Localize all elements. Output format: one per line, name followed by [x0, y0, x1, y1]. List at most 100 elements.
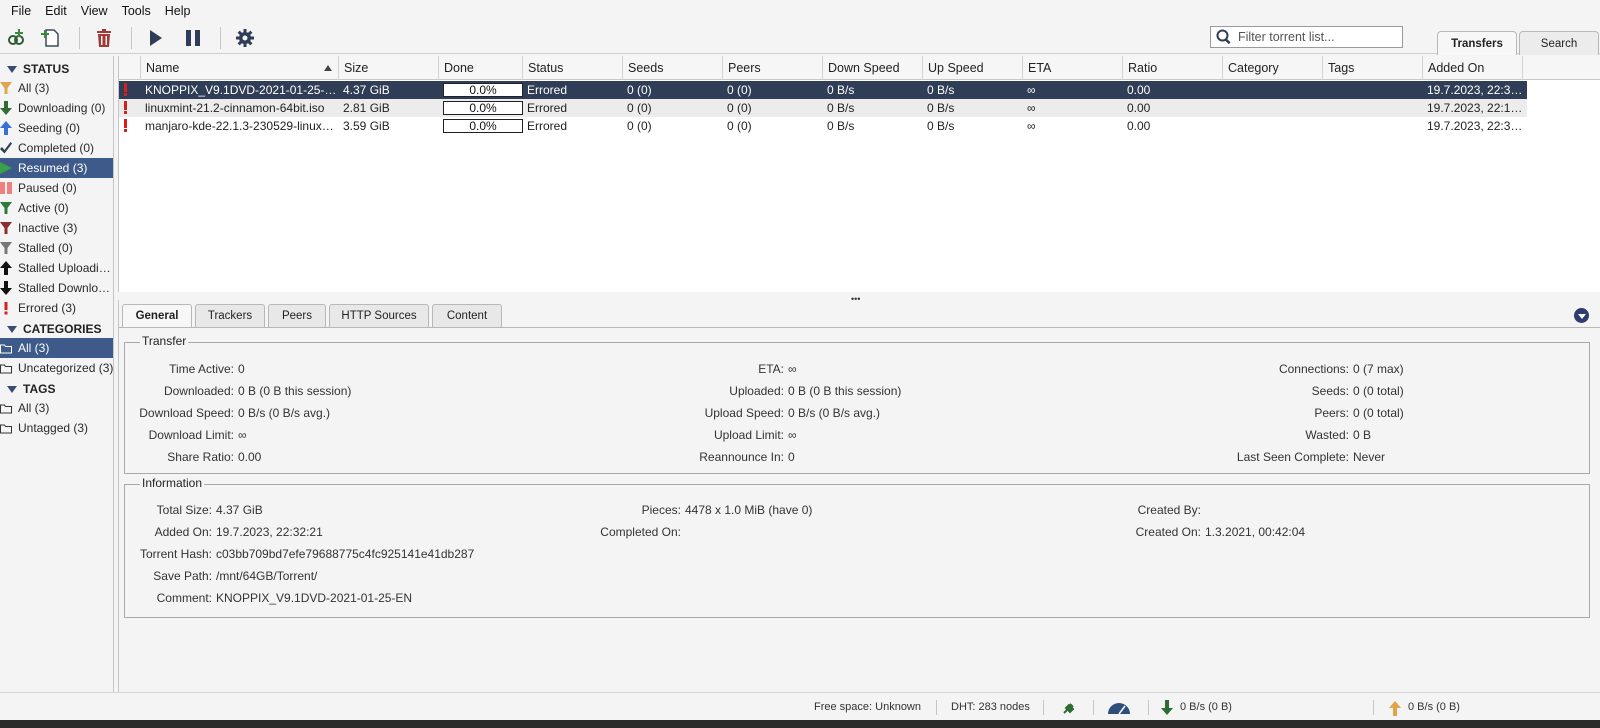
torrent-seeds: 0 (0): [627, 119, 652, 133]
field-value: 0 B: [1353, 428, 1372, 442]
field-label: Share Ratio:: [167, 450, 234, 464]
sidebar-item-paused[interactable]: Paused (0): [0, 178, 113, 198]
torrent-size: 3.59 GiB: [343, 119, 390, 133]
tab-trackers[interactable]: Trackers: [195, 304, 265, 327]
sidebar-item-completed[interactable]: Completed (0): [0, 138, 113, 158]
tab-search[interactable]: Search: [1519, 31, 1599, 55]
field-value: 4478 x 1.0 MiB (have 0): [685, 503, 813, 517]
options-button[interactable]: [232, 25, 258, 51]
field-label: Completed On:: [600, 525, 681, 539]
plug-connected-icon: [1063, 703, 1075, 714]
sidebar-item-errored[interactable]: Errored (3): [0, 298, 113, 318]
sidebar-item-seeding[interactable]: Seeding (0): [0, 118, 113, 138]
category-item-all[interactable]: All (3): [0, 338, 113, 358]
upload-speed-label[interactable]: 0 B/s (0 B): [1408, 693, 1460, 720]
column-header-ratio[interactable]: Ratio: [1123, 56, 1223, 80]
sidebar-item-label: Errored (3): [18, 301, 77, 315]
torrent-up-speed: 0 B/s: [927, 119, 955, 133]
torrent-name: KNOPPIX_V9.1DVD-2021-01-25-EN: [145, 83, 339, 97]
filter-search-box[interactable]: [1210, 26, 1403, 48]
menu-help[interactable]: Help: [158, 0, 198, 22]
column-header-seeds[interactable]: Seeds: [623, 56, 723, 80]
wasted-field: Wasted: 0 B: [1305, 427, 1372, 443]
sidebar-item-all[interactable]: All (3): [0, 78, 113, 98]
filter-input[interactable]: [1238, 30, 1398, 44]
column-header-eta[interactable]: ETA: [1023, 56, 1123, 80]
pieces-field: Pieces: 4478 x 1.0 MiB (have 0): [642, 502, 813, 518]
field-value: 0.00: [238, 450, 262, 464]
download-speed-field: Download Speed: 0 B/s (0 B/s avg.): [139, 405, 330, 421]
sidebar-item-label: Downloading (0): [18, 101, 106, 115]
time-active-field: Time Active: 0: [169, 361, 245, 377]
torrent-added-on: 19.7.2023, 22:3…: [1427, 83, 1523, 97]
tag-item-label: Untagged (3): [18, 421, 89, 435]
add-torrent-link-icon: [8, 29, 24, 45]
pause-button[interactable]: [180, 25, 206, 51]
collapse-triangle-icon: [7, 325, 17, 333]
reannounce-field: Reannounce In: 0: [699, 449, 794, 465]
column-header-peers[interactable]: Peers: [723, 56, 823, 80]
torrent-row[interactable]: manjaro-kde-22.1.3-230529-linux6… 3.59 G…: [119, 117, 1527, 135]
column-header-name[interactable]: Name: [141, 56, 339, 80]
sidebar-item-stalled-downloading[interactable]: Stalled Downlo…: [0, 278, 113, 298]
properties-panel: General Trackers Peers HTTP Sources Cont…: [118, 300, 1600, 692]
torrent-row[interactable]: linuxmint-21.2-cinnamon-64bit.iso 2.81 G…: [119, 99, 1527, 117]
qbittorrent-window: File Edit View Tools Help Filter torrent…: [0, 0, 1600, 720]
category-item-uncategorized[interactable]: Uncategorized (3): [0, 358, 113, 378]
categories-header[interactable]: CATEGORIES: [0, 320, 101, 338]
sidebar-item-stalled-uploading[interactable]: Stalled Uploadi…: [0, 258, 113, 278]
column-header-status[interactable]: Status: [523, 56, 623, 80]
torrent-row[interactable]: KNOPPIX_V9.1DVD-2021-01-25-EN 4.37 GiB 0…: [119, 81, 1527, 99]
column-header-up-speed[interactable]: Up Speed: [923, 56, 1023, 80]
column-header-tags[interactable]: Tags: [1323, 56, 1423, 80]
resume-button[interactable]: [142, 25, 168, 51]
add-torrent-file-button[interactable]: [39, 25, 65, 51]
tags-header[interactable]: TAGS: [0, 380, 55, 398]
menu-file[interactable]: File: [4, 0, 38, 22]
connection-status-button[interactable]: [1061, 699, 1077, 715]
tag-item-all[interactable]: All (3): [0, 398, 113, 418]
column-header-category[interactable]: Category: [1223, 56, 1323, 80]
column-header-down-speed[interactable]: Down Speed: [823, 56, 923, 80]
column-header-added-on[interactable]: Added On: [1423, 56, 1523, 80]
field-label: Time Active:: [169, 362, 234, 376]
last-seen-complete-field: Last Seen Complete: Never: [1237, 449, 1385, 465]
sidebar-item-label: Seeding (0): [18, 121, 81, 135]
delete-button[interactable]: [91, 25, 117, 51]
folder-icon: [0, 341, 12, 355]
status-bar: Free space: Unknown DHT: 283 nodes 0 B/s…: [0, 692, 1600, 720]
menu-edit[interactable]: Edit: [38, 0, 74, 22]
column-header-done[interactable]: Done: [439, 56, 523, 80]
tab-general[interactable]: General: [122, 304, 192, 327]
sidebar-item-active[interactable]: Active (0): [0, 198, 113, 218]
tag-item-untagged[interactable]: Untagged (3): [0, 418, 113, 438]
torrent-size: 4.37 GiB: [343, 83, 390, 97]
column-header-size[interactable]: Size: [339, 56, 439, 80]
menu-view[interactable]: View: [74, 0, 115, 22]
collapse-panel-button[interactable]: [1574, 308, 1589, 323]
search-icon: [1216, 29, 1231, 45]
status-header[interactable]: STATUS: [0, 60, 69, 78]
transfer-group-title: Transfer: [140, 334, 189, 348]
field-value: 0 (0 total): [1353, 406, 1404, 420]
sidebar-item-resumed[interactable]: Resumed (3): [0, 158, 113, 178]
field-value: 0 B/s (0 B/s avg.): [788, 406, 881, 420]
speed-limit-toggle-button[interactable]: [1107, 699, 1131, 715]
column-header-state[interactable]: [119, 56, 141, 80]
status-header-label: STATUS: [23, 62, 70, 76]
column-header-label: Name: [146, 61, 180, 75]
menu-tools[interactable]: Tools: [115, 0, 158, 22]
add-torrent-link-button[interactable]: [3, 25, 29, 51]
field-value: ∞: [238, 428, 247, 442]
tab-transfers[interactable]: Transfers: [1437, 31, 1517, 55]
sidebar-item-stalled[interactable]: Stalled (0): [0, 238, 113, 258]
sidebar-item-downloading[interactable]: Downloading (0): [0, 98, 113, 118]
tab-content[interactable]: Content: [432, 304, 502, 327]
tab-http-sources[interactable]: HTTP Sources: [329, 304, 429, 327]
sidebar-item-inactive[interactable]: Inactive (3): [0, 218, 113, 238]
torrent-tags: [1323, 99, 1423, 117]
tab-peers[interactable]: Peers: [268, 304, 326, 327]
active-filter-icon: [0, 201, 12, 215]
download-speed-label[interactable]: 0 B/s (0 B): [1180, 693, 1232, 720]
delete-icon: [97, 29, 111, 47]
